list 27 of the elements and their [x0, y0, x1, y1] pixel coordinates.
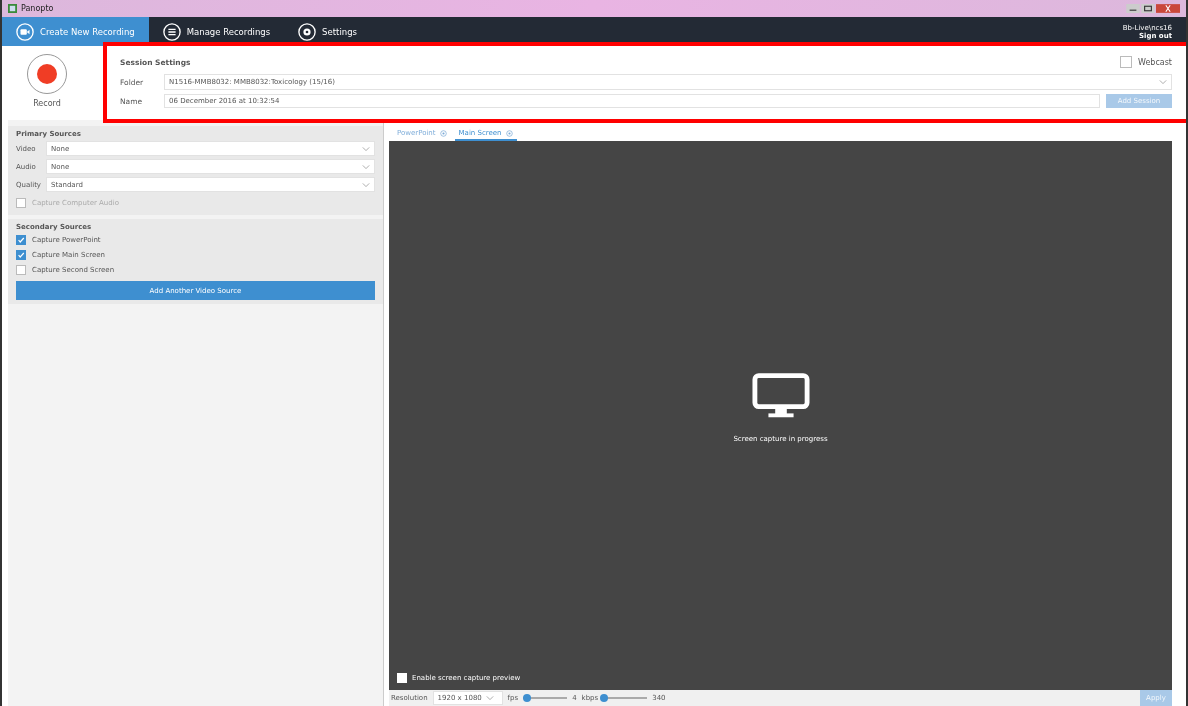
slider-thumb[interactable]: [600, 694, 609, 702]
settings-icon: [298, 22, 317, 41]
nav-tab[interactable]: Settings: [284, 17, 371, 46]
chevron-icon: [1159, 79, 1167, 85]
minimize-icon[interactable]: [1126, 4, 1140, 13]
chevron-icon: [362, 181, 370, 188]
settings-icon: [505, 129, 513, 137]
chevron-icon: [362, 145, 370, 152]
record-button[interactable]: [27, 54, 67, 94]
settings-icon: [439, 129, 447, 137]
chevron-icon: [362, 163, 370, 170]
checkbox[interactable]: [397, 673, 407, 683]
checkbox[interactable]: [16, 250, 26, 260]
maximize-icon[interactable]: [1141, 4, 1155, 13]
webcast-checkbox[interactable]: [1119, 56, 1132, 68]
close-icon[interactable]: [1156, 4, 1180, 13]
chevron-icon: [485, 695, 494, 701]
nav-tab[interactable]: Manage Recordings: [148, 17, 285, 46]
app-icon: [8, 4, 17, 13]
window-title: Panopto: [21, 4, 54, 13]
list-icon: [162, 22, 181, 41]
slider-thumb[interactable]: [522, 694, 531, 702]
record-label: Record: [33, 99, 61, 108]
checkbox[interactable]: [16, 235, 26, 245]
camera-icon: [16, 22, 34, 41]
checkbox[interactable]: [16, 265, 26, 275]
webcast-label: Webcast: [1137, 57, 1172, 67]
